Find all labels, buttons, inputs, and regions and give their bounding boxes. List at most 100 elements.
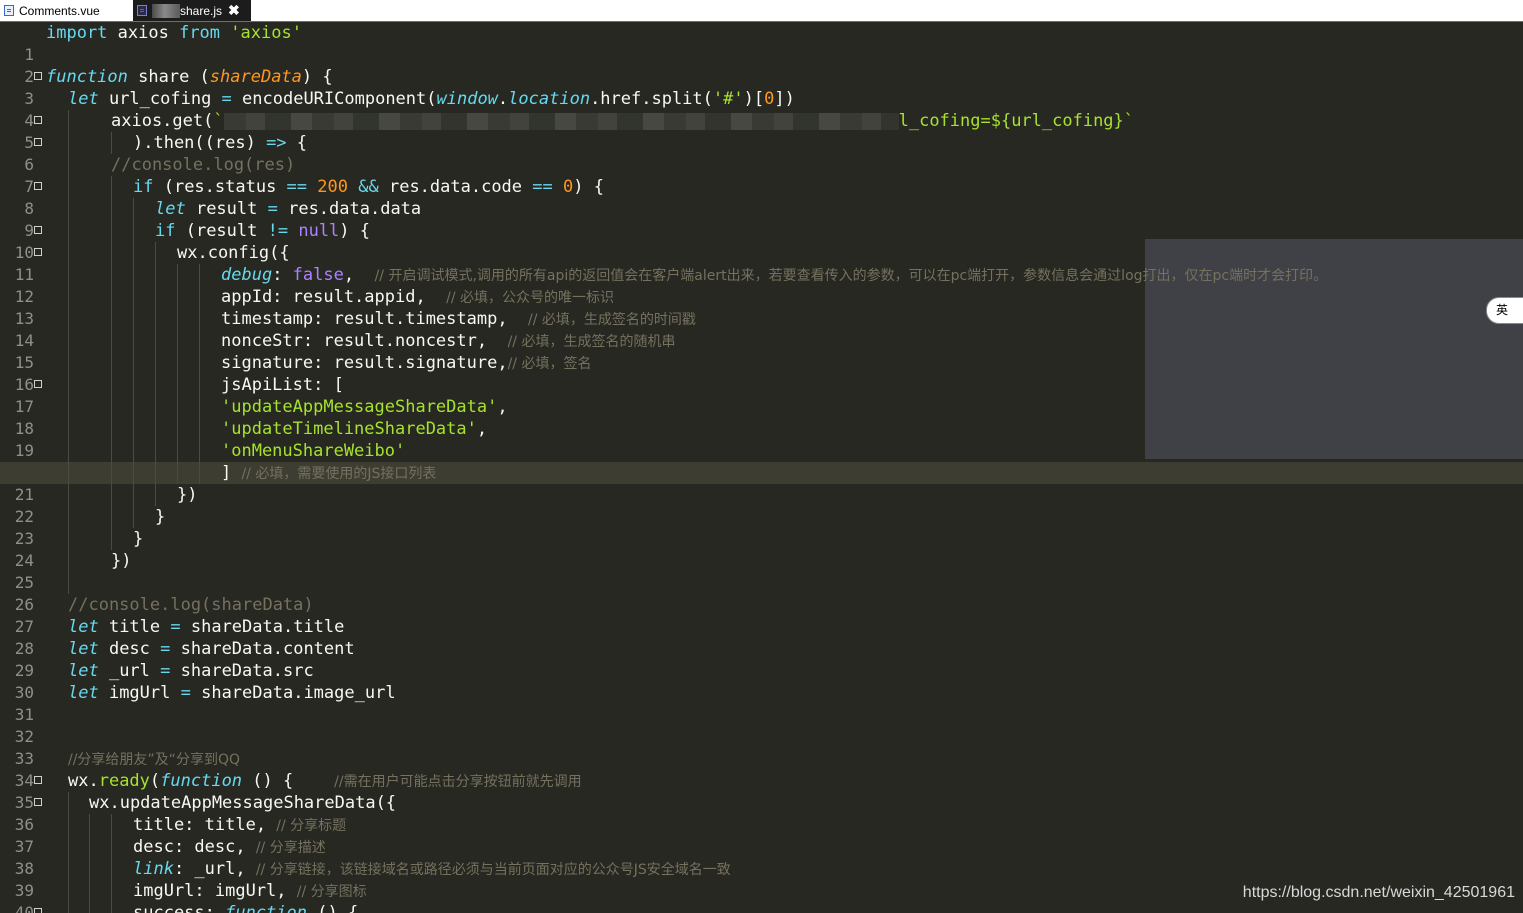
string-literal: 'updateTimelineShareData' [221, 419, 477, 439]
code-token: ).then((res) [133, 133, 267, 153]
operator: == [286, 177, 308, 197]
code-editor[interactable]: 1 import axios from 'axios' 2 3 function… [0, 22, 1523, 913]
keyword: function [225, 903, 308, 913]
operator: => [266, 133, 287, 153]
code-token: ( [149, 771, 161, 791]
code-text: ).then((res) => { [133, 132, 307, 154]
operator: = [170, 617, 181, 637]
code-text: if (res.status == 200 && res.data.code =… [133, 176, 604, 198]
string-literal: '#' [712, 89, 744, 109]
operator: = [180, 683, 191, 703]
indent-guide [111, 242, 112, 264]
code-text: }) [177, 484, 197, 506]
indent-guide [111, 286, 112, 308]
code-text: //console.log(shareData) [68, 594, 314, 616]
file-icon [137, 5, 147, 16]
indent-guide [133, 308, 134, 330]
code-text: success: function () { [133, 902, 358, 913]
tab-label: Comments.vue [19, 3, 100, 18]
code-text: 'onMenuShareWeibo' [221, 440, 405, 462]
keyword: let [68, 617, 99, 637]
tab-label: share.js [180, 3, 223, 18]
code-line: 19 'updateTimelineShareData', [0, 418, 1523, 460]
tab-comments-vue[interactable]: Comments.vue [0, 0, 133, 21]
code-text: let imgUrl = shareData.image_url [68, 682, 396, 704]
fold-marker-icon[interactable] [34, 798, 42, 806]
fold-marker-icon[interactable] [34, 776, 42, 784]
code-token: wx.updateAppMessageShareData({ [89, 793, 397, 813]
indent-guide [68, 352, 69, 374]
indent-guide [133, 198, 134, 220]
code-token: () { [242, 771, 335, 791]
code-line: 32 [0, 704, 1523, 746]
keyword: function [46, 67, 128, 87]
fold-marker-icon[interactable] [34, 908, 42, 913]
code-line: 30 let _url = shareData.src [0, 660, 1523, 702]
code-text: appId: result.appid, // 必填，公众号的唯一标识 [221, 286, 614, 309]
indent-guide [199, 286, 200, 308]
fold-marker-icon[interactable] [34, 380, 42, 388]
tab-share-js[interactable]: share.js ✖ [133, 0, 251, 21]
code-line: 29 let desc = shareData.content [0, 638, 1523, 680]
code-line: 41 success: function () { [0, 902, 1523, 913]
code-text: }) [111, 550, 131, 572]
indent-guide [133, 506, 134, 528]
method-name: ready [98, 771, 150, 791]
indent-guide [68, 550, 69, 572]
comment: // 必填，生成签名的随机串 [507, 334, 676, 350]
keyword: let [68, 683, 99, 703]
code-text: jsApiList: [ [221, 374, 344, 396]
keyword: function [160, 771, 243, 791]
indent-guide [155, 352, 156, 374]
comment: // 必填，公众号的唯一标识 [446, 290, 615, 306]
indent-guide [111, 814, 112, 836]
fold-marker-icon[interactable] [34, 116, 42, 124]
keyword: let [68, 661, 99, 681]
code-line: 18 'updateAppMessageShareData', [0, 396, 1523, 438]
fold-marker-icon[interactable] [34, 226, 42, 234]
code-token: .href.split( [590, 89, 713, 109]
indent-guide [89, 814, 90, 836]
code-text: } [133, 528, 143, 550]
code-token: imgUrl [98, 683, 181, 703]
indent-guide [68, 396, 69, 418]
indent-guide [68, 154, 69, 176]
code-text: } [155, 506, 165, 528]
fold-marker-icon[interactable] [34, 182, 42, 190]
redacted-area [152, 3, 180, 18]
code-token: : [272, 265, 293, 285]
fold-marker-icon[interactable] [34, 138, 42, 146]
tab-bar: Comments.vue share.js ✖ [0, 0, 1523, 22]
keyword: from [179, 23, 221, 43]
indent-guide [133, 484, 134, 506]
comment: // 必填，生成签名的时间戳 [528, 312, 696, 328]
code-line: 28 let title = shareData.title [0, 616, 1523, 658]
code-token: } [133, 529, 144, 549]
indent-guide [68, 792, 69, 814]
keyword: import [46, 23, 108, 43]
code-text: //console.log(res) [111, 154, 295, 176]
code-line: 35 wx.ready(function () { //需在用户可能点击分享按钮… [0, 770, 1523, 812]
code-line: 33 [0, 726, 1523, 768]
code-line: 16 signature: result.signature,// 必填，签名 [0, 352, 1523, 394]
indent-guide [155, 440, 156, 462]
code-line: 38 desc: desc, // 分享描述 [0, 836, 1523, 878]
indent-guide [111, 374, 112, 396]
indent-guide [177, 264, 178, 286]
indent-guide [111, 176, 112, 198]
fold-marker-icon[interactable] [34, 248, 42, 256]
code-token: axios [107, 23, 180, 43]
indent-guide [111, 352, 112, 374]
indent-guide [68, 528, 69, 550]
ime-language-indicator[interactable]: 英 [1486, 297, 1523, 324]
code-text: let title = shareData.title [68, 616, 344, 638]
close-icon[interactable]: ✖ [228, 2, 240, 19]
file-icon [4, 5, 14, 16]
fold-marker-icon[interactable] [34, 72, 42, 80]
indent-guide [111, 462, 112, 484]
indent-guide [68, 462, 69, 484]
code-token: signature: result.signature, [221, 353, 508, 373]
indent-guide [177, 308, 178, 330]
indent-guide [133, 264, 134, 286]
